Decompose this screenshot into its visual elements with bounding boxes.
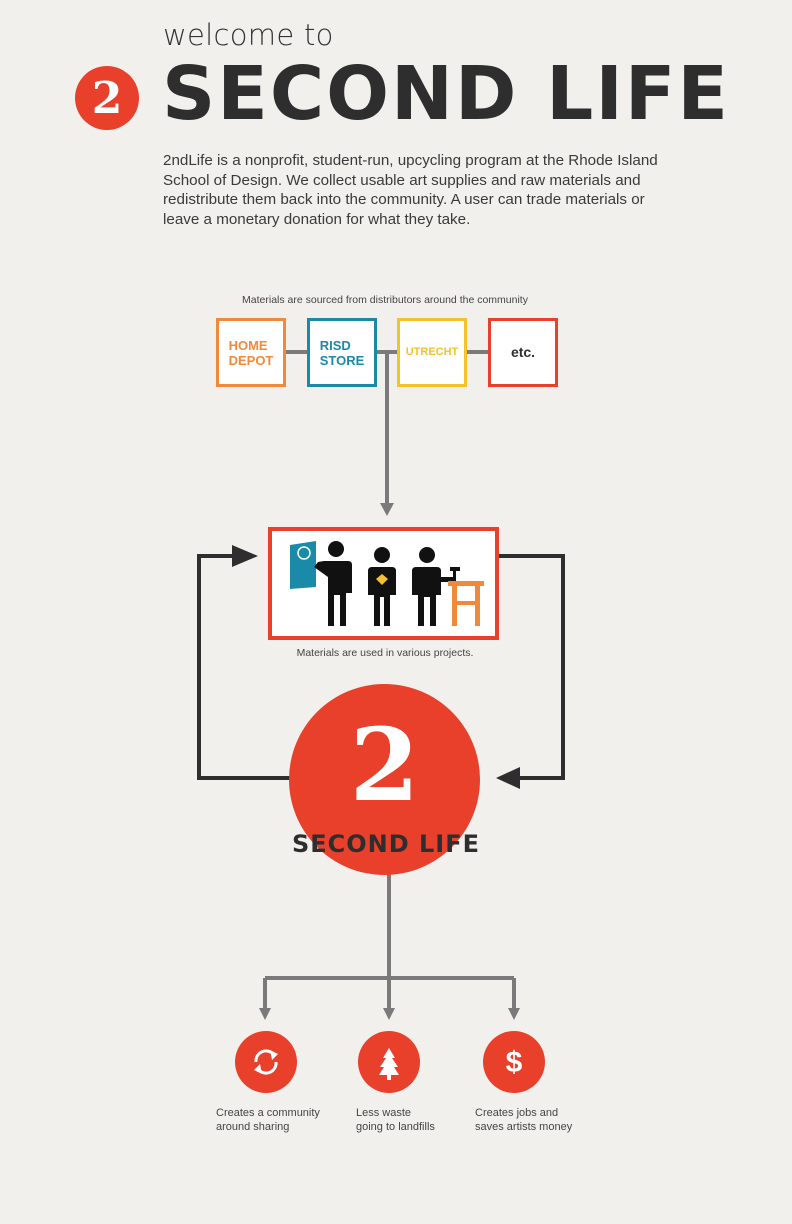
- svg-text:$: $: [506, 1046, 523, 1079]
- sources-caption: Materials are sourced from distributors …: [242, 294, 528, 306]
- projects-illustration: [290, 541, 484, 626]
- source-home-depot: HOME DEPOT: [216, 318, 286, 387]
- benefit-community-text: Creates a community around sharing: [216, 1107, 320, 1133]
- loop-left-arrowhead: [232, 545, 258, 567]
- benefit-community: [235, 1031, 297, 1093]
- source-etc: etc.: [488, 318, 558, 387]
- loop-right-arrowhead: [496, 767, 520, 789]
- dollar-icon: $: [506, 1046, 523, 1079]
- person-icon: [368, 547, 396, 626]
- hub-numeral: 2: [349, 706, 420, 824]
- blue-panel-icon: [290, 541, 316, 589]
- person-icon: [314, 541, 352, 626]
- projects-box: [268, 527, 499, 640]
- hub-label: SECOND LIFE: [291, 830, 481, 858]
- person-icon: [412, 547, 454, 626]
- recycle-icon: [254, 1049, 278, 1075]
- source-utrecht: UTRECHT: [397, 318, 467, 387]
- loop-right: [499, 554, 565, 780]
- benefit-jobs-text: Creates jobs and saves artists money: [475, 1107, 573, 1133]
- flow-down-arrowhead: [380, 503, 394, 516]
- projects-caption: Materials are used in various projects.: [296, 647, 474, 659]
- tree-icon: [379, 1048, 399, 1080]
- stool-icon: [448, 581, 484, 626]
- benefit-jobs: $: [483, 1031, 545, 1093]
- source-risd-store: RISD STORE: [307, 318, 377, 387]
- benefit-waste: [358, 1031, 420, 1093]
